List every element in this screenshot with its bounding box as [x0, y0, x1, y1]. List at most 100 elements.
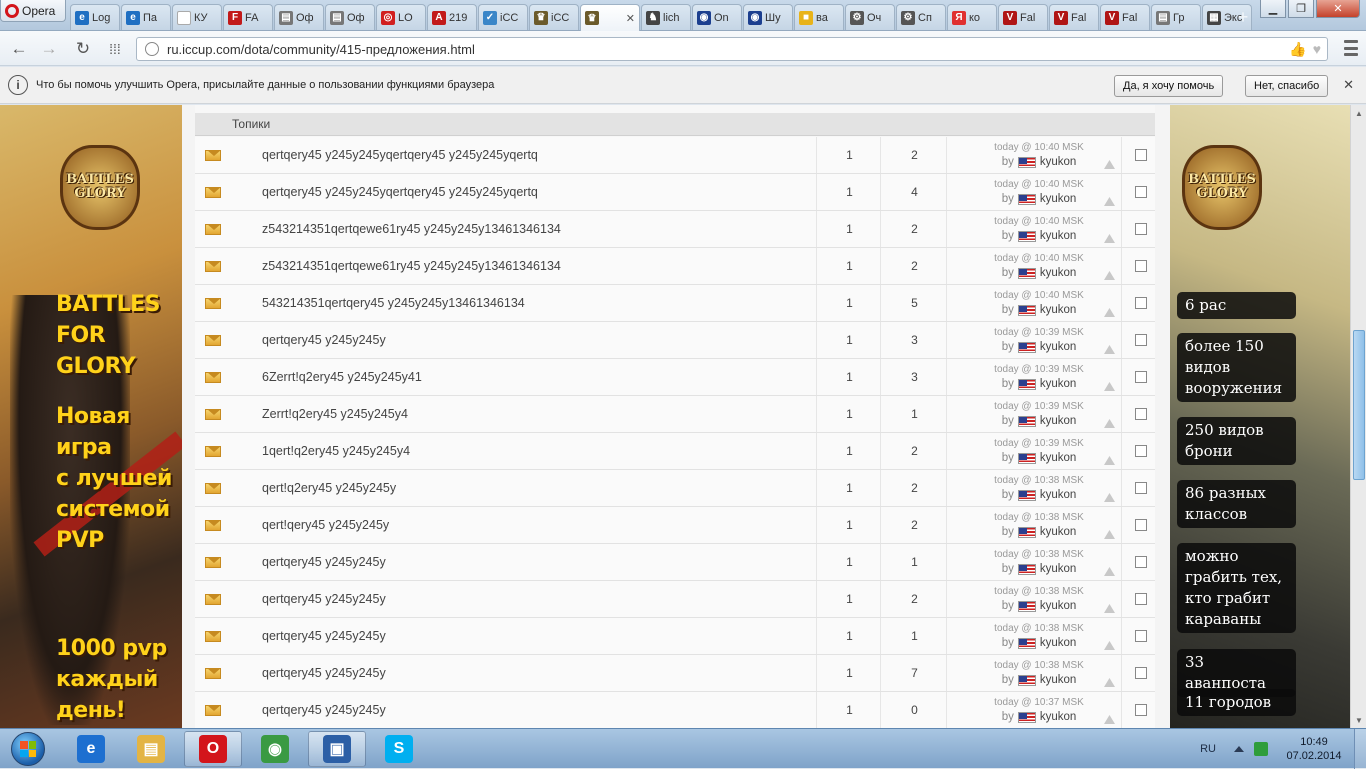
topic-title-link[interactable]: z543214351qertqewe61ry45 y245y245y134613…	[262, 211, 817, 247]
author-link[interactable]: kyukon	[1040, 562, 1076, 576]
topic-checkbox[interactable]	[1135, 519, 1147, 531]
topic-title-link[interactable]: qertqery45 y245y245y	[262, 655, 817, 691]
browser-tab[interactable]: ⚙ Сп	[896, 4, 946, 30]
goto-last-post-icon[interactable]	[1104, 641, 1115, 650]
topic-checkbox[interactable]	[1135, 297, 1147, 309]
topic-title-link[interactable]: 543214351qertqery45 y245y245y13461346134	[262, 285, 817, 321]
author-link[interactable]: kyukon	[1040, 488, 1076, 502]
heart-icon[interactable]: ♥	[1313, 41, 1321, 58]
taskbar-app-button[interactable]: S	[370, 731, 428, 767]
topic-checkbox[interactable]	[1135, 630, 1147, 642]
goto-last-post-icon[interactable]	[1104, 308, 1115, 317]
goto-last-post-icon[interactable]	[1104, 678, 1115, 687]
topic-checkbox[interactable]	[1135, 482, 1147, 494]
author-link[interactable]: kyukon	[1040, 673, 1076, 687]
goto-last-post-icon[interactable]	[1104, 530, 1115, 539]
address-bar[interactable]: ru.iccup.com/dota/community/415-предложе…	[136, 37, 1328, 61]
back-button[interactable]: ←	[8, 38, 30, 60]
maximize-button[interactable]: ❐	[1288, 0, 1314, 18]
browser-tab[interactable]: ◉ On	[692, 4, 742, 30]
topic-title-link[interactable]: qertqery45 y245y245y	[262, 581, 817, 617]
browser-tab[interactable]: ▤ Оф	[274, 4, 324, 30]
topic-checkbox[interactable]	[1135, 704, 1147, 716]
author-link[interactable]: kyukon	[1040, 340, 1076, 354]
browser-tab[interactable]: ▤ Оф	[325, 4, 375, 30]
topic-title-link[interactable]: qertqery45 y245y245y	[262, 618, 817, 654]
topic-checkbox[interactable]	[1135, 371, 1147, 383]
browser-tab[interactable]: ⚙ Оч	[845, 4, 895, 30]
topic-title-link[interactable]: 1qert!q2ery45 y245y245y4	[262, 433, 817, 469]
author-link[interactable]: kyukon	[1040, 525, 1076, 539]
browser-tab[interactable]: ♛ iCC	[529, 4, 579, 30]
author-link[interactable]: kyukon	[1040, 155, 1076, 169]
goto-last-post-icon[interactable]	[1104, 567, 1115, 576]
browser-tab[interactable]: ♛ ✕	[580, 4, 640, 31]
taskbar-app-button[interactable]: ▣	[308, 731, 366, 767]
topic-title-link[interactable]: qertqery45 y245y245y	[262, 322, 817, 358]
minimize-button[interactable]: ▁	[1260, 0, 1286, 18]
reload-button[interactable]: ↻	[72, 38, 94, 60]
language-indicator[interactable]: RU	[1200, 743, 1216, 755]
scrollbar-thumb[interactable]	[1353, 330, 1365, 480]
topic-title-link[interactable]: qert!qery45 y245y245y	[262, 507, 817, 543]
thumbs-up-icon[interactable]: 👍	[1289, 41, 1306, 58]
topic-checkbox[interactable]	[1135, 223, 1147, 235]
taskbar-app-button[interactable]: ◉	[246, 731, 304, 767]
browser-tab[interactable]: A 219	[427, 4, 477, 30]
browser-tab[interactable]: e Log	[70, 4, 120, 30]
author-link[interactable]: kyukon	[1040, 266, 1076, 280]
security-shield-icon[interactable]	[1254, 742, 1268, 756]
browser-tab[interactable]: ◉ Шу	[743, 4, 793, 30]
author-link[interactable]: kyukon	[1040, 192, 1076, 206]
taskbar-app-button[interactable]: e	[62, 731, 120, 767]
topic-checkbox[interactable]	[1135, 667, 1147, 679]
show-desktop-button[interactable]	[1354, 729, 1366, 769]
author-link[interactable]: kyukon	[1040, 710, 1076, 724]
speed-dial-button[interactable]: ⁞⁞⁞	[104, 38, 126, 60]
browser-tab[interactable]: ♞ lich	[641, 4, 691, 30]
goto-last-post-icon[interactable]	[1104, 419, 1115, 428]
goto-last-post-icon[interactable]	[1104, 234, 1115, 243]
topic-checkbox[interactable]	[1135, 186, 1147, 198]
goto-last-post-icon[interactable]	[1104, 382, 1115, 391]
topic-title-link[interactable]: qert!q2ery45 y245y245y	[262, 470, 817, 506]
taskbar-app-button[interactable]: O	[184, 731, 242, 767]
goto-last-post-icon[interactable]	[1104, 345, 1115, 354]
author-link[interactable]: kyukon	[1040, 451, 1076, 465]
topic-title-link[interactable]: qertqery45 y245y245y	[262, 544, 817, 580]
clock[interactable]: 10:49 07.02.2014	[1274, 735, 1354, 763]
scroll-up-icon[interactable]: ▲	[1351, 105, 1366, 121]
topic-title-link[interactable]: qertqery45 y245y245yqertqery45 y245y245y…	[262, 137, 817, 173]
topic-checkbox[interactable]	[1135, 408, 1147, 420]
author-link[interactable]: kyukon	[1040, 636, 1076, 650]
close-notification-icon[interactable]: ✕	[1343, 77, 1354, 93]
page-scrollbar[interactable]: ▲ ▼	[1350, 105, 1366, 728]
opera-menu-button[interactable]: Opera	[0, 0, 66, 22]
browser-tab[interactable]: F FA	[223, 4, 273, 30]
new-tab-button[interactable]: +	[1232, 7, 1254, 27]
browser-tab[interactable]: КУ	[172, 4, 222, 30]
author-link[interactable]: kyukon	[1040, 377, 1076, 391]
window-close-button[interactable]: ✕	[1316, 0, 1360, 18]
browser-tab[interactable]: ▤ Гр	[1151, 4, 1201, 30]
decline-help-button[interactable]: Нет, спасибо	[1245, 75, 1329, 97]
browser-tab[interactable]: V Fal	[1049, 4, 1099, 30]
browser-tab[interactable]: ✓ iCC	[478, 4, 528, 30]
taskbar-app-button[interactable]: ▤	[122, 731, 180, 767]
author-link[interactable]: kyukon	[1040, 599, 1076, 613]
topic-title-link[interactable]: qertqery45 y245y245y	[262, 692, 817, 728]
topic-checkbox[interactable]	[1135, 334, 1147, 346]
topic-title-link[interactable]: Zerrt!q2ery45 y245y245y4	[262, 396, 817, 432]
author-link[interactable]: kyukon	[1040, 229, 1076, 243]
goto-last-post-icon[interactable]	[1104, 456, 1115, 465]
browser-tab[interactable]: e Па	[121, 4, 171, 30]
topic-checkbox[interactable]	[1135, 260, 1147, 272]
browser-tab[interactable]: ■ ва	[794, 4, 844, 30]
goto-last-post-icon[interactable]	[1104, 604, 1115, 613]
show-hidden-icons-icon[interactable]	[1234, 746, 1244, 752]
topic-title-link[interactable]: z543214351qertqewe61ry45 y245y245y134613…	[262, 248, 817, 284]
left-banner-ad[interactable]: BATTLES GLORY BATTLES FOR GLORY Новая игра…	[0, 105, 182, 728]
goto-last-post-icon[interactable]	[1104, 271, 1115, 280]
start-button[interactable]	[4, 729, 52, 769]
right-banner-ad[interactable]: BATTLES GLORY 6 рас более 150 видов вооруж…	[1170, 105, 1350, 728]
